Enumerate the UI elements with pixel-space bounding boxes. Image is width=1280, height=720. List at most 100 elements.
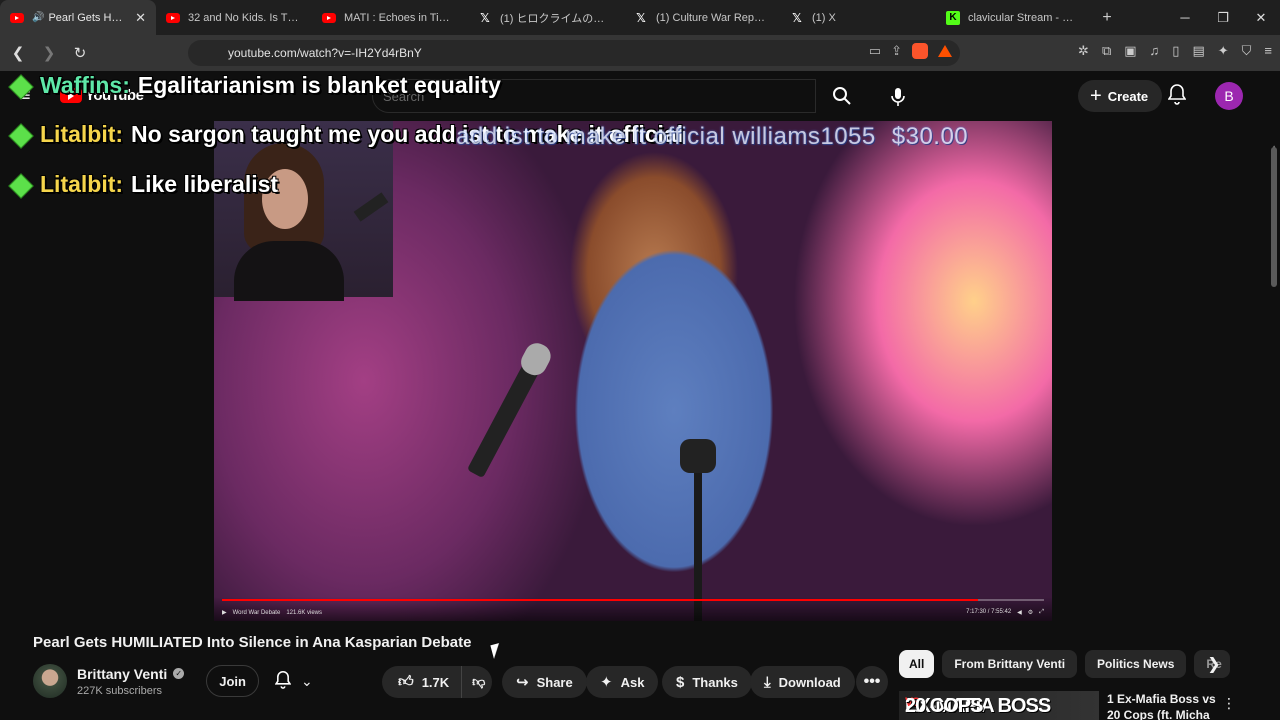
download-icon: ⤓ bbox=[764, 673, 771, 691]
chip-politics-news[interactable]: Politics News bbox=[1085, 650, 1187, 678]
download-button[interactable]: ⤓ Download bbox=[750, 666, 855, 698]
browser-tab-active[interactable]: 🔊 Pearl Gets HUMILIA ✕ bbox=[0, 0, 156, 35]
forward-icon[interactable]: ❯ bbox=[36, 40, 62, 66]
browser-tab[interactable]: MATI : Echoes in Time: Sh bbox=[312, 0, 468, 35]
recommended-title[interactable]: 1 Ex-Mafia Boss vs 20 Cops (ft. Micha bbox=[1107, 691, 1222, 720]
youtube-icon bbox=[322, 12, 336, 23]
browser-tab[interactable]: 𝕏 (1) ヒロクライムの中の人 on X bbox=[468, 0, 624, 35]
thanks-icon: $ bbox=[676, 673, 685, 691]
menu-icon[interactable]: ≡ bbox=[1264, 43, 1272, 59]
embedded-play-icon: ▶ bbox=[222, 610, 227, 616]
embedded-views: 121.6K views bbox=[286, 609, 322, 616]
thanks-button[interactable]: $ Thanks bbox=[662, 666, 752, 698]
thumbs-down-icon: 👎︎ bbox=[472, 674, 486, 689]
tab-title: Pearl Gets HUMILIA bbox=[48, 11, 129, 24]
back-icon[interactable]: ❮ bbox=[5, 40, 31, 66]
chat-username: Waffins: bbox=[40, 72, 130, 98]
browser-tab[interactable]: 𝕏 (1) X bbox=[780, 0, 936, 35]
brave-shields-icon[interactable] bbox=[912, 43, 928, 59]
x-icon: 𝕏 bbox=[792, 10, 802, 25]
channel-row: Brittany Venti ✓ 227K subscribers Join ⌄ bbox=[33, 661, 321, 701]
brave-rewards-icon[interactable] bbox=[938, 45, 952, 57]
tab-title: clavicular Stream - Watch bbox=[968, 11, 1082, 24]
share-button[interactable]: ↪ Share bbox=[502, 666, 587, 698]
like-button[interactable]: 👍︎ 1.7K bbox=[382, 666, 463, 698]
close-window-icon[interactable]: ✕ bbox=[1242, 0, 1280, 35]
chip-all[interactable]: All bbox=[899, 650, 935, 678]
restore-icon[interactable]: ❐ bbox=[1204, 0, 1242, 35]
chevron-down-icon: ⌄ bbox=[300, 672, 313, 689]
embedded-player-controls: ▶ Word War Debate 121.6K views 7:17:30 /… bbox=[214, 597, 1052, 621]
embedded-progress-bar bbox=[222, 599, 1044, 601]
create-label: Create bbox=[1107, 88, 1149, 104]
embedded-channel: Word War Debate bbox=[232, 609, 281, 616]
share-page-icon[interactable]: ⇪ bbox=[891, 43, 902, 59]
account-avatar[interactable]: B bbox=[1215, 82, 1243, 110]
dislike-button[interactable]: 👎︎ bbox=[462, 674, 495, 690]
browser-tab-strip: 🔊 Pearl Gets HUMILIA ✕ 32 and No Kids. I… bbox=[0, 0, 1280, 35]
wallet-icon[interactable]: ▤ bbox=[1192, 43, 1204, 59]
leo-icon[interactable]: ✦ bbox=[1218, 43, 1229, 59]
x-icon: 𝕏 bbox=[480, 10, 490, 25]
recommended-thumbnail[interactable]: EX-MAFIA BOSS VS 20 COPS bbox=[899, 691, 1099, 720]
recommended-video[interactable]: EX-MAFIA BOSS VS 20 COPS 1 Ex-Mafia Boss… bbox=[899, 691, 1222, 720]
subscription-bell-button[interactable]: ⌄ bbox=[267, 665, 321, 697]
chat-text: Like liberalist bbox=[131, 171, 279, 197]
minimize-icon[interactable]: ─ bbox=[1166, 0, 1204, 35]
new-tab-button[interactable]: + bbox=[1092, 0, 1122, 35]
browser-tab[interactable]: 32 and No Kids. Is This Wh bbox=[156, 0, 312, 35]
chip-from-channel[interactable]: From Brittany Venti bbox=[942, 650, 1078, 678]
related-filter-chips: All From Brittany Venti Politics News Re bbox=[899, 650, 1231, 678]
video-player[interactable]: ▶ Word War Debate 121.6K views 7:17:30 /… bbox=[214, 121, 1052, 621]
microphone-icon[interactable] bbox=[880, 79, 916, 115]
fullscreen-icon: ⤢ bbox=[1039, 609, 1044, 615]
media-icon[interactable]: ♫ bbox=[1150, 43, 1160, 59]
download-label: Download bbox=[778, 674, 841, 690]
like-count: 1.7K bbox=[421, 674, 450, 690]
ask-button[interactable]: ✦ Ask bbox=[586, 666, 659, 698]
screenshot-icon[interactable]: ▣ bbox=[1124, 43, 1136, 59]
tab-title: 32 and No Kids. Is This Wh bbox=[188, 11, 302, 24]
mouse-cursor bbox=[490, 643, 503, 659]
donation-amount: $30.00 bbox=[891, 123, 969, 150]
verified-icon: ✓ bbox=[173, 668, 185, 679]
scrollbar-thumb[interactable] bbox=[1271, 147, 1277, 287]
thumbs-up-icon: 👍︎ bbox=[398, 673, 414, 690]
create-button[interactable]: + Create bbox=[1078, 80, 1163, 112]
sidebar-icon[interactable]: ▯ bbox=[1172, 43, 1179, 59]
address-bar[interactable]: youtube.com/watch?v=-IH2Yd4rBnY ▭ ⇪ bbox=[188, 40, 960, 66]
puzzle-icon[interactable]: ⧉ bbox=[1102, 43, 1111, 59]
chat-message: Waffins: Egalitarianism is blanket equal… bbox=[8, 72, 501, 99]
channel-name[interactable]: Brittany Venti bbox=[77, 666, 167, 682]
plus-icon: + bbox=[1090, 85, 1102, 107]
chat-badge-icon bbox=[8, 173, 32, 197]
speaker-icon[interactable]: 🔊 bbox=[32, 12, 44, 23]
cast-icon[interactable]: ▭ bbox=[869, 43, 881, 59]
channel-avatar[interactable] bbox=[33, 664, 67, 698]
browser-tab[interactable]: K clavicular Stream - Watch bbox=[936, 0, 1092, 35]
browser-toolbar: ❮ ❯ ↻ 🔖 youtube.com/watch?v=-IH2Yd4rBnY … bbox=[0, 35, 1280, 71]
search-icon[interactable] bbox=[816, 79, 868, 113]
close-tab-icon[interactable]: ✕ bbox=[135, 10, 146, 26]
extension-icon[interactable]: ✲ bbox=[1078, 43, 1089, 59]
browser-tab[interactable]: 𝕏 (1) Culture War Report on bbox=[624, 0, 780, 35]
youtube-icon bbox=[10, 12, 24, 23]
chat-badge-icon bbox=[8, 123, 32, 147]
chevron-right-icon[interactable]: ❯ bbox=[1200, 650, 1228, 678]
youtube-icon bbox=[166, 12, 180, 23]
share-label: Share bbox=[536, 674, 573, 690]
settings-icon: ⚙ bbox=[1027, 610, 1034, 616]
more-vertical-icon[interactable]: ⋮ bbox=[1222, 695, 1236, 712]
donation-text: add ist to make it official williams1055 bbox=[456, 123, 876, 150]
tab-title: (1) Culture War Report on bbox=[656, 11, 770, 24]
join-button[interactable]: Join bbox=[206, 665, 259, 697]
volume-icon: ◀ bbox=[1017, 610, 1022, 616]
more-actions-button[interactable]: ••• bbox=[856, 666, 888, 698]
bell-icon bbox=[274, 670, 292, 692]
vpn-icon[interactable]: ⛉ bbox=[1242, 43, 1252, 59]
donation-overlay: add ist to make it official williams1055… bbox=[456, 123, 968, 151]
notifications-bell-icon[interactable] bbox=[1167, 83, 1187, 110]
reload-icon[interactable]: ↻ bbox=[67, 40, 93, 66]
kick-icon: K bbox=[946, 10, 960, 25]
chat-text: Egalitarianism is blanket equality bbox=[137, 72, 501, 98]
